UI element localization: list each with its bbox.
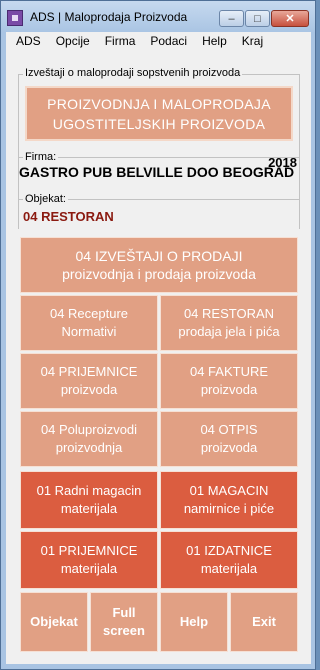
prijemnice01-line1: 01 PRIJEMNICE [40, 543, 138, 558]
exit-button[interactable]: Exit [230, 592, 298, 652]
firma-name: GASTRO PUB BELVILLE DOO BEOGRAD [19, 164, 295, 180]
objekat-label: Objekat: [23, 193, 68, 205]
app-window: ADS | Maloprodaja Proizvoda – □ ✕ ADS Op… [0, 0, 316, 670]
close-icon: ✕ [285, 13, 295, 25]
production-retail-line1: PROIZVODNJA I MALOPRODAJA [47, 95, 271, 112]
objekat-name: 04 RESTORAN [23, 209, 114, 224]
restoran-line1: 04 RESTORAN [183, 306, 275, 321]
prijemnice04-line1: 04 PRIJEMNICE [40, 364, 138, 379]
radni-magacin-line2: materijala [60, 501, 118, 516]
menu-podaci[interactable]: Podaci [150, 34, 187, 48]
production-retail-button[interactable]: PROIZVODNJA I MALOPRODAJA UGOSTITELJSKIH… [25, 86, 293, 141]
close-button[interactable]: ✕ [271, 10, 309, 27]
izvestaji-line2: proizvodnja i prodaja proizvoda [62, 266, 256, 282]
objekat-field: Objekat: 04 RESTORAN [18, 193, 300, 229]
full-screen-button[interactable]: Full screen [90, 592, 158, 652]
exit-button-label: Exit [252, 614, 276, 629]
prijemnice-proizvoda-button[interactable]: 04 PRIJEMNICE proizvoda [20, 353, 158, 409]
help-button[interactable]: Help [160, 592, 228, 652]
menu-kraj[interactable]: Kraj [242, 34, 263, 48]
menu-firma[interactable]: Firma [105, 34, 136, 48]
radni-magacin-button[interactable]: 01 Radni magacin materijala [20, 471, 158, 529]
restoran-button[interactable]: 04 RESTORAN prodaja jela i pića [160, 295, 298, 351]
otpis-line2: proizvoda [200, 440, 258, 455]
minimize-button[interactable]: – [219, 10, 244, 27]
fakture-line2: proizvoda [200, 382, 258, 397]
client-area: Izveštaji o maloprodaji sopstvenih proiz… [6, 50, 311, 664]
production-retail-line2: UGOSTITELJSKIH PROIZVODA [52, 115, 266, 132]
full-screen-line1: Full [112, 605, 136, 620]
menu-ads[interactable]: ADS [16, 34, 41, 48]
prijemnice01-line2: materijala [60, 561, 118, 576]
restoran-line2: prodaja jela i pića [178, 324, 280, 339]
magacin-button[interactable]: 01 MAGACIN namirnice i piće [160, 471, 298, 529]
window-title: ADS | Maloprodaja Proizvoda [30, 10, 188, 24]
poluproizvodi-line2: proizvodnja [55, 440, 123, 455]
reports-group-label: Izveštaji o maloprodaji sopstvenih proiz… [23, 67, 243, 79]
app-icon[interactable] [7, 10, 23, 26]
minimize-icon: – [228, 12, 235, 25]
izdatnice-button[interactable]: 01 IZDATNICE materijala [160, 531, 298, 589]
recepture-line1: 04 Recepture [49, 306, 129, 321]
menu-help[interactable]: Help [202, 34, 227, 48]
maximize-icon: □ [254, 12, 261, 25]
radni-magacin-line1: 01 Radni magacin [36, 483, 142, 498]
firma-label: Firma: [23, 151, 59, 163]
objekat-button-label: Objekat [30, 614, 78, 629]
magacin-line2: namirnice i piće [183, 501, 275, 516]
poluproizvodi-button[interactable]: 04 Poluproizvodi proizvodnja [20, 411, 158, 467]
recepture-button[interactable]: 04 Recepture Normativi [20, 295, 158, 351]
objekat-button[interactable]: Objekat [20, 592, 88, 652]
recepture-line2: Normativi [61, 324, 117, 339]
help-button-label: Help [179, 614, 209, 629]
fakture-line1: 04 FAKTURE [189, 364, 269, 379]
maximize-button[interactable]: □ [245, 10, 270, 27]
poluproizvodi-line1: 04 Poluproizvodi [40, 422, 138, 437]
prijemnice04-line2: proizvoda [60, 382, 118, 397]
izvestaji-o-prodaji-button[interactable]: 04 IZVEŠTAJI O PRODAJI proizvodnja i pro… [20, 237, 298, 293]
title-bar[interactable]: ADS | Maloprodaja Proizvoda – □ ✕ [1, 1, 315, 33]
fakture-button[interactable]: 04 FAKTURE proizvoda [160, 353, 298, 409]
izvestaji-line1: 04 IZVEŠTAJI O PRODAJI [75, 248, 243, 264]
menu-opcije[interactable]: Opcije [56, 34, 90, 48]
menu-bar: ADS Opcije Firma Podaci Help Kraj [6, 32, 311, 50]
izdatnice-line2: materijala [200, 561, 258, 576]
otpis-line1: 04 OTPIS [200, 422, 258, 437]
izdatnice-line1: 01 IZDATNICE [186, 543, 272, 558]
magacin-line1: 01 MAGACIN [189, 483, 269, 498]
otpis-button[interactable]: 04 OTPIS proizvoda [160, 411, 298, 467]
firma-field: Firma: 2018 GASTRO PUB BELVILLE DOO BEOG… [18, 151, 300, 191]
full-screen-line2: screen [103, 623, 145, 638]
prijemnice-materijala-button[interactable]: 01 PRIJEMNICE materijala [20, 531, 158, 589]
